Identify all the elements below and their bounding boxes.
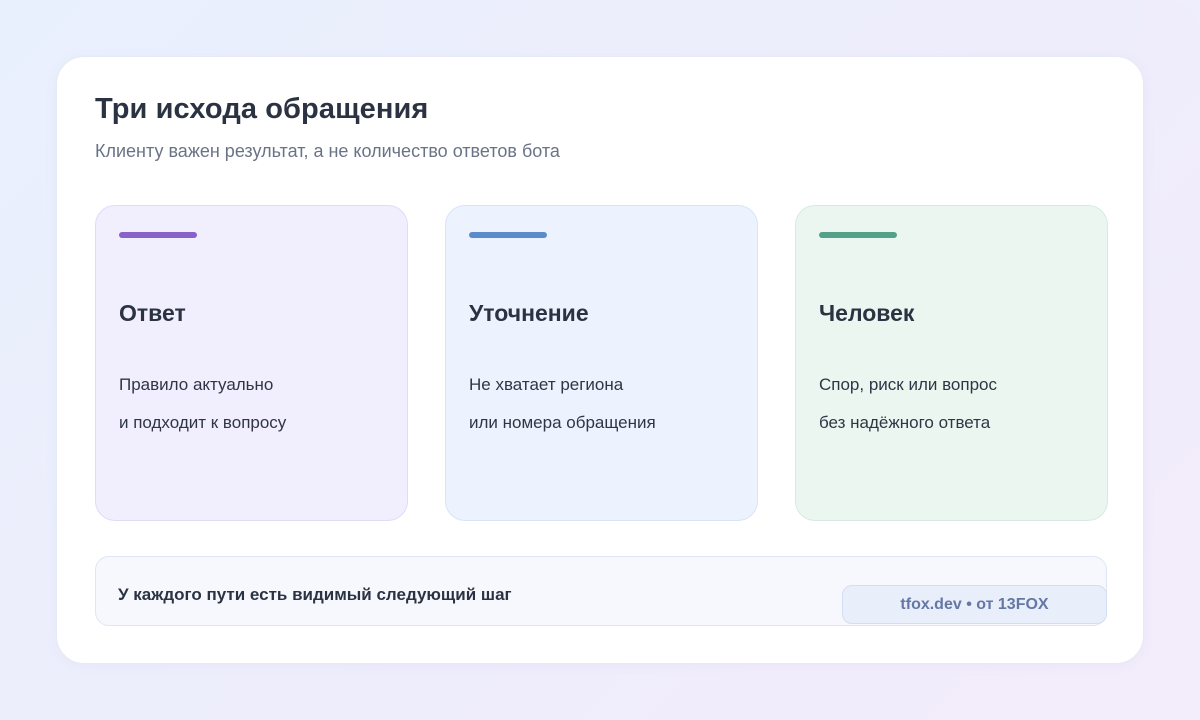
outcome-description: Правило актуально и подходит к вопросу — [119, 366, 389, 442]
outcome-card-answer: Ответ Правило актуально и подходит к воп… — [95, 205, 408, 521]
main-card: Три исхода обращения Клиенту важен резул… — [56, 56, 1144, 664]
accent-bar — [819, 232, 897, 238]
outcome-card-clarification: Уточнение Не хватает региона или номера … — [445, 205, 758, 521]
description-line: Не хватает региона — [469, 375, 624, 394]
outcome-description: Спор, риск или вопрос без надёжного отве… — [819, 366, 1089, 442]
page-title: Три исхода обращения — [95, 93, 429, 125]
outcome-title: Человек — [819, 300, 915, 326]
page-subtitle: Клиенту важен результат, а не количество… — [95, 141, 560, 161]
footer-note: У каждого пути есть видимый следующий ша… — [118, 585, 512, 604]
page-background: Три исхода обращения Клиенту важен резул… — [0, 0, 1200, 720]
outcome-card-human: Человек Спор, риск или вопрос без надёжн… — [795, 205, 1108, 521]
description-line: и подходит к вопросу — [119, 413, 287, 432]
accent-bar — [119, 232, 197, 238]
description-line: Правило актуально — [119, 375, 274, 394]
description-line: Спор, риск или вопрос — [819, 375, 997, 394]
description-line: или номера обращения — [469, 413, 656, 432]
outcome-title: Ответ — [119, 300, 186, 326]
credit-badge[interactable]: tfox.dev • от 13FOX — [842, 585, 1107, 624]
outcome-title: Уточнение — [469, 300, 589, 326]
accent-bar — [469, 232, 547, 238]
description-line: без надёжного ответа — [819, 413, 991, 432]
outcome-description: Не хватает региона или номера обращения — [469, 366, 739, 442]
